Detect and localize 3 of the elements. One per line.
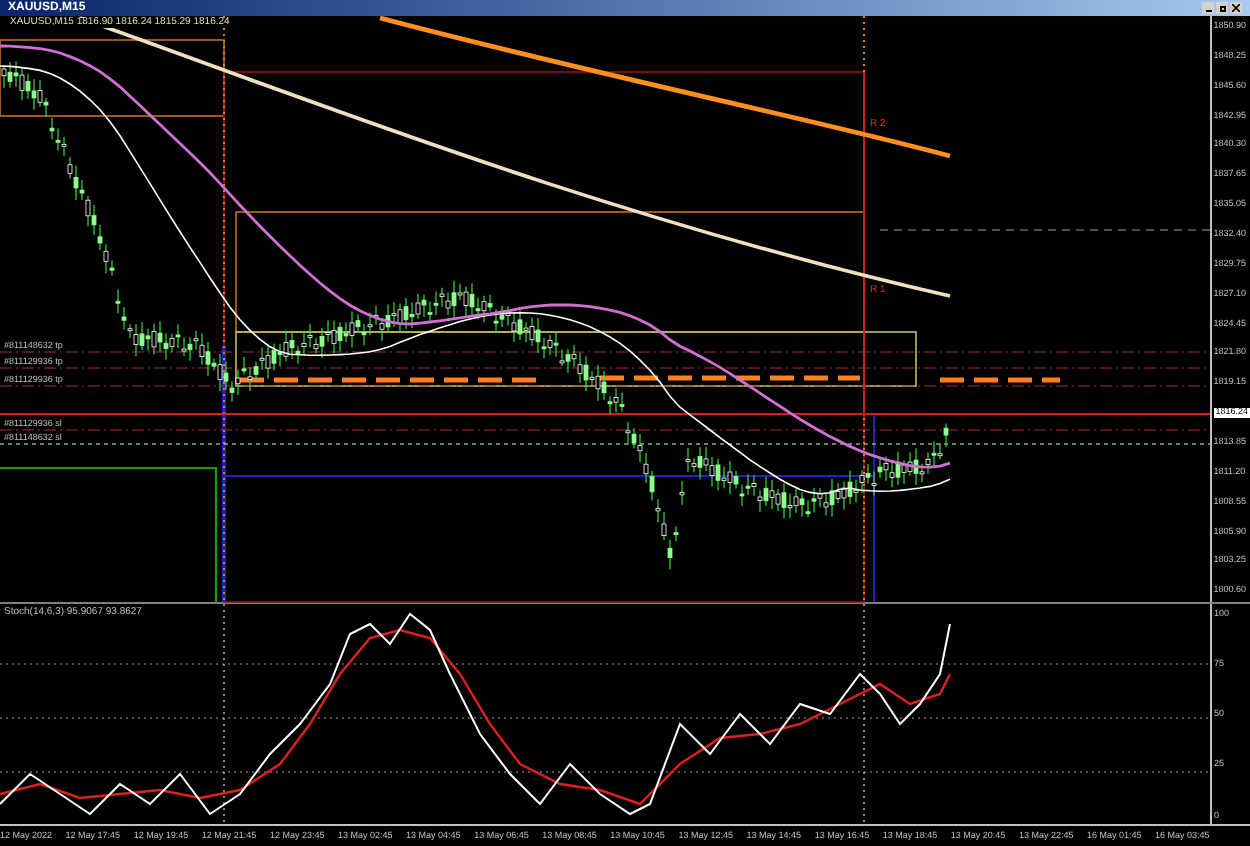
close-icon[interactable]: [1230, 2, 1242, 14]
restore-icon[interactable]: [1216, 2, 1228, 14]
minimize-icon[interactable]: [1202, 2, 1214, 14]
